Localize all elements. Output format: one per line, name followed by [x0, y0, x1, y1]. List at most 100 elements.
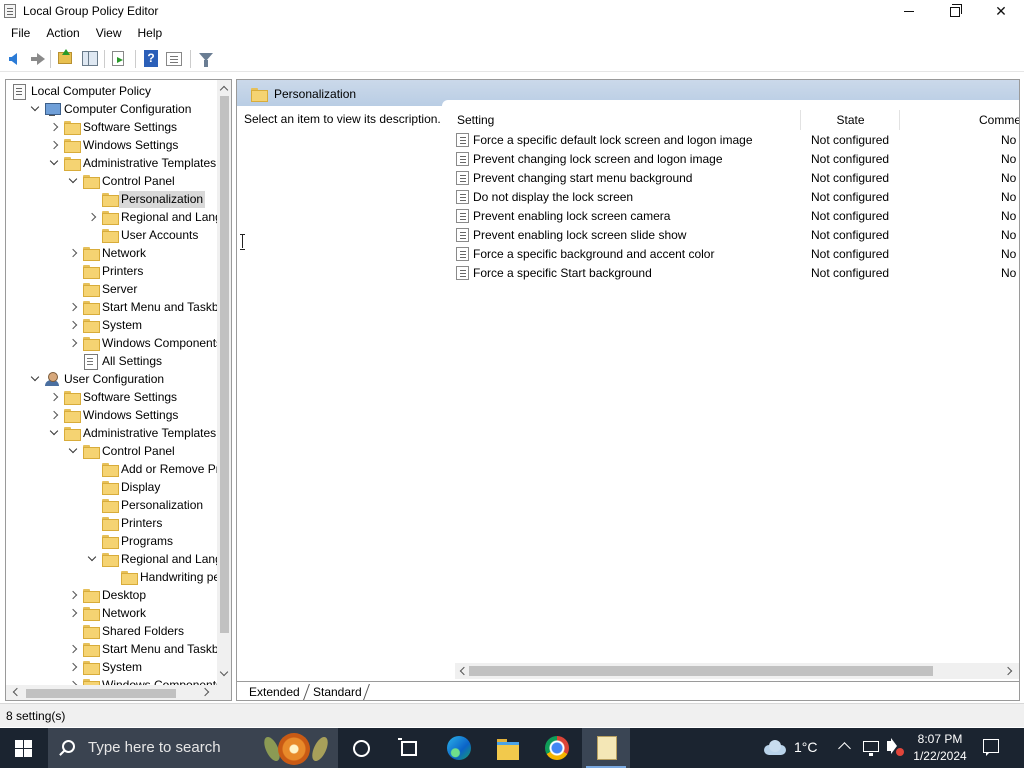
column-header-state[interactable]: State	[802, 108, 899, 132]
close-button[interactable]: ✕	[978, 0, 1024, 23]
scroll-right-icon[interactable]	[202, 688, 210, 696]
scroll-thumb[interactable]	[469, 666, 933, 676]
details-horizontal-scrollbar[interactable]	[455, 663, 1019, 679]
expand-chevron-icon[interactable]	[65, 676, 81, 685]
menu-action[interactable]: Action	[38, 23, 87, 44]
expand-chevron-icon[interactable]	[65, 298, 81, 316]
tree-item[interactable]: Add or Remove Prog	[84, 460, 217, 478]
tree-item[interactable]: Server	[65, 280, 139, 298]
tree-item[interactable]: Windows Settings	[46, 136, 180, 154]
task-view-icon[interactable]	[385, 728, 433, 768]
policy-row[interactable]: Prevent enabling lock screen slide show N…	[455, 226, 1019, 245]
tree-item[interactable]: All Settings	[65, 352, 164, 370]
system-clock[interactable]: 8:07 PM 1/22/2024	[908, 731, 972, 765]
tree-item[interactable]: Printers	[84, 514, 164, 532]
collapse-chevron-icon[interactable]	[65, 172, 81, 190]
tree-item[interactable]: Printers	[65, 262, 145, 280]
scroll-down-icon[interactable]	[220, 669, 228, 677]
scroll-thumb[interactable]	[220, 96, 229, 633]
scroll-left-icon[interactable]	[458, 667, 466, 675]
tree-item[interactable]: Administrative Templates	[46, 424, 217, 442]
tree-item[interactable]: Personalization	[84, 190, 206, 208]
up-one-level-button[interactable]	[55, 49, 75, 69]
policy-row[interactable]: Force a specific Start background Not con…	[455, 264, 1019, 283]
tree-horizontal-scrollbar[interactable]	[6, 685, 231, 700]
back-button[interactable]	[3, 49, 23, 69]
tree-item[interactable]: Display	[84, 478, 162, 496]
expand-chevron-icon[interactable]	[46, 118, 62, 136]
weather-temperature[interactable]: 1°C	[794, 739, 818, 755]
help-button[interactable]: ?	[141, 49, 161, 69]
column-header-comment[interactable]: Comme	[901, 108, 1019, 132]
tree-item[interactable]: Windows Settings	[46, 406, 180, 424]
collapse-chevron-icon[interactable]	[46, 154, 62, 172]
tree-item[interactable]: Software Settings	[46, 118, 179, 136]
tree-item[interactable]: Programs	[84, 532, 175, 550]
collapse-chevron-icon[interactable]	[84, 550, 100, 568]
chrome-icon[interactable]	[533, 728, 581, 768]
tree-item[interactable]: Software Settings	[46, 388, 179, 406]
tree-item[interactable]: Desktop	[65, 586, 148, 604]
expand-chevron-icon[interactable]	[65, 604, 81, 622]
scroll-up-icon[interactable]	[220, 84, 228, 92]
tree-item[interactable]: Windows Components	[65, 676, 217, 685]
policy-row[interactable]: Prevent changing lock screen and logon i…	[455, 150, 1019, 169]
tree-item[interactable]: Computer Configuration	[27, 100, 193, 118]
tree-item[interactable]: Administrative Templates	[46, 154, 217, 172]
cloud-weather-icon[interactable]	[762, 740, 786, 755]
menu-view[interactable]: View	[88, 23, 130, 44]
tab-extended[interactable]: Extended	[243, 684, 306, 700]
show-hidden-icons-chevron-icon[interactable]	[838, 742, 851, 755]
expand-chevron-icon[interactable]	[65, 316, 81, 334]
column-divider[interactable]	[800, 110, 801, 130]
file-explorer-icon[interactable]	[484, 728, 532, 768]
policy-row[interactable]: Do not display the lock screen Not config…	[455, 188, 1019, 207]
tree-item[interactable]: Handwriting pers	[103, 568, 217, 586]
tree-item[interactable]: Control Panel	[65, 442, 177, 460]
export-list-button[interactable]	[109, 49, 129, 69]
properties-button[interactable]	[164, 49, 184, 69]
scroll-thumb[interactable]	[26, 689, 176, 698]
minimize-button[interactable]	[886, 0, 932, 23]
expand-chevron-icon[interactable]	[46, 388, 62, 406]
filter-button[interactable]	[196, 49, 216, 69]
tree-item[interactable]: Regional and Langua	[84, 550, 217, 568]
column-divider[interactable]	[899, 110, 900, 130]
scroll-left-icon[interactable]	[11, 688, 19, 696]
taskbar-search-box[interactable]: Type here to search	[48, 728, 338, 768]
policy-row[interactable]: Force a specific background and accent c…	[455, 245, 1019, 264]
expand-chevron-icon[interactable]	[65, 640, 81, 658]
group-policy-editor-taskbar-icon[interactable]	[582, 728, 630, 768]
start-button[interactable]	[15, 740, 32, 757]
menu-file[interactable]: File	[3, 23, 38, 44]
tree-item[interactable]: Network	[65, 244, 148, 262]
policy-row[interactable]: Prevent changing start menu background No…	[455, 169, 1019, 188]
show-hide-tree-button[interactable]	[80, 49, 100, 69]
column-header-setting[interactable]: Setting	[457, 108, 800, 132]
tree-item[interactable]: User Accounts	[84, 226, 200, 244]
policy-row[interactable]: Prevent enabling lock screen camera Not c…	[455, 207, 1019, 226]
expand-chevron-icon[interactable]	[65, 658, 81, 676]
tab-standard[interactable]: Standard	[307, 684, 368, 700]
tree-item[interactable]: Windows Components	[65, 334, 217, 352]
console-tree[interactable]: Local Computer Policy Computer Configurat…	[5, 79, 232, 701]
expand-chevron-icon[interactable]	[46, 136, 62, 154]
tree-item[interactable]: Network	[65, 604, 148, 622]
tree-item[interactable]: Regional and Langua	[84, 208, 217, 226]
volume-icon[interactable]	[887, 738, 897, 754]
expand-chevron-icon[interactable]	[65, 244, 81, 262]
menu-help[interactable]: Help	[130, 23, 171, 44]
tree-item[interactable]: Start Menu and Taskbar	[65, 298, 217, 316]
tree-item[interactable]: Control Panel	[65, 172, 177, 190]
restore-button[interactable]	[932, 0, 978, 23]
search-highlight-illustration-icon[interactable]	[261, 730, 334, 766]
collapse-chevron-icon[interactable]	[65, 442, 81, 460]
collapse-chevron-icon[interactable]	[27, 370, 43, 388]
expand-chevron-icon[interactable]	[84, 208, 100, 226]
tree-item[interactable]: System	[65, 658, 144, 676]
policy-row[interactable]: Force a specific default lock screen and…	[455, 131, 1019, 150]
cortana-icon[interactable]	[337, 728, 385, 768]
notification-center-icon[interactable]	[983, 739, 999, 756]
expand-chevron-icon[interactable]	[46, 406, 62, 424]
collapse-chevron-icon[interactable]	[46, 424, 62, 442]
